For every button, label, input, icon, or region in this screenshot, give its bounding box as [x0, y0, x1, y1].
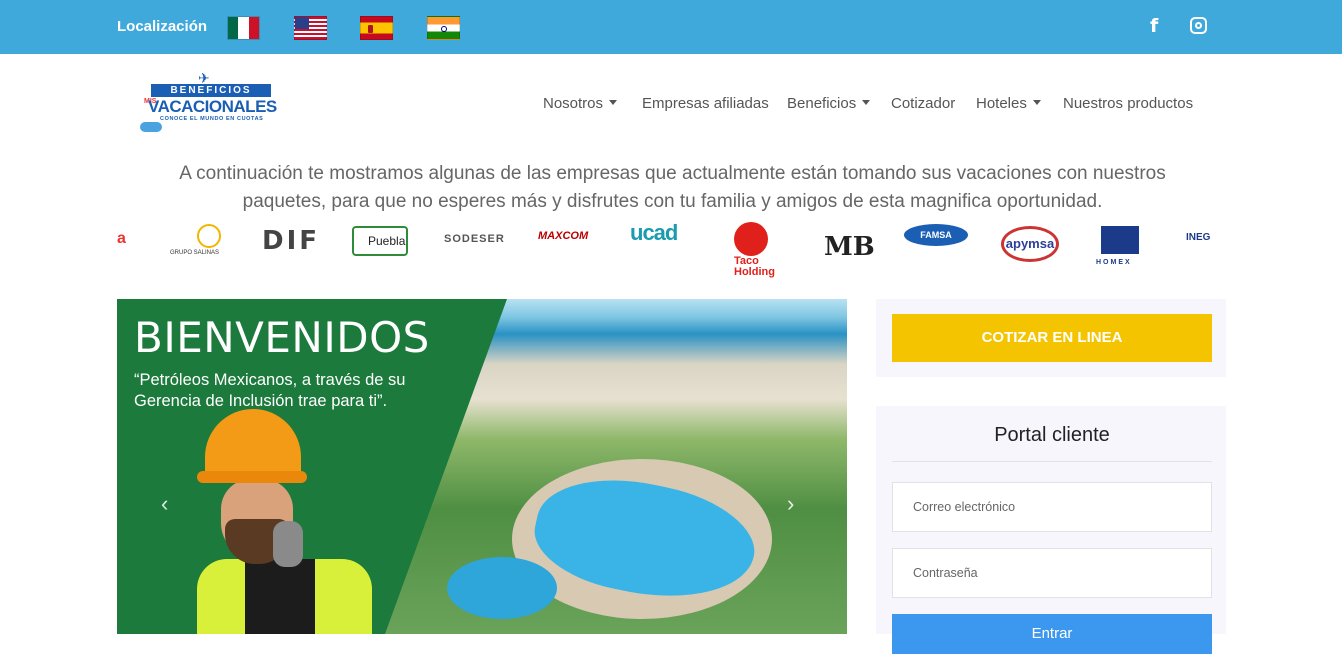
hero-quote: “Petróleos Mexicanos, a través de su Ger… — [134, 371, 406, 410]
brand-logo: Taco Holding — [734, 255, 775, 278]
nav-item-beneficios[interactable]: Beneficios — [787, 95, 871, 112]
caret-down-icon — [609, 99, 618, 105]
hard-hat-icon — [205, 409, 301, 479]
brand-logo: a — [117, 230, 126, 247]
nav-item-hoteles[interactable]: Hoteles — [976, 95, 1041, 112]
brand-logo: apymsa — [1001, 226, 1059, 262]
carousel-next-icon[interactable]: › — [787, 491, 794, 517]
brand-logo: MB — [824, 232, 875, 262]
hero-carousel[interactable]: BIENVENIDOS “Petróleos Mexicanos, a trav… — [117, 299, 847, 634]
brand-logo: SODESER — [444, 233, 505, 245]
logo-main: VACACIONALES — [148, 97, 277, 116]
brand-logo: HOMEX — [1096, 259, 1132, 266]
logo-tagline: CONOCE EL MUNDO EN CUOTAS — [160, 116, 264, 122]
nav-item-nosotros[interactable]: Nosotros — [543, 95, 618, 112]
india-flag-icon[interactable] — [427, 16, 460, 40]
caret-down-icon — [1032, 99, 1041, 105]
nav-item-nuestros-productos[interactable]: Nuestros productos — [1063, 95, 1193, 112]
caret-down-icon — [862, 99, 871, 105]
worker-glove — [273, 521, 303, 567]
resort-pool-small — [447, 557, 557, 619]
facebook-icon[interactable]: f — [1150, 15, 1170, 37]
cotizar-en-linea-button[interactable]: COTIZAR EN LINEA — [892, 314, 1212, 362]
grupo-salinas-icon — [197, 224, 221, 248]
logo-band: BENEFICIOS — [151, 84, 271, 97]
site-logo[interactable]: ✈ BENEFICIOS MIS VACACIONALES CONOCE EL … — [138, 70, 290, 134]
nav-label: Hoteles — [976, 95, 1027, 112]
usa-flag-icon[interactable] — [294, 16, 327, 40]
email-field[interactable] — [892, 482, 1212, 532]
worker-shirt — [245, 559, 315, 634]
mexico-flag-icon[interactable] — [227, 16, 260, 40]
homex-icon — [1101, 226, 1139, 254]
divider — [892, 461, 1212, 462]
brand-carousel: a GRUPO SALINAS DIF Puebla SODESER MAXCO… — [117, 220, 1227, 286]
taco-holding-icon — [734, 222, 768, 256]
worker-illustration — [197, 409, 397, 634]
brand-logo: FAMSA — [904, 224, 968, 246]
hero-title: BIENVENIDOS — [134, 313, 430, 362]
spain-flag-icon[interactable] — [360, 16, 393, 40]
instagram-icon[interactable] — [1189, 15, 1209, 37]
portal-title: Portal cliente — [994, 424, 1110, 446]
entrar-button[interactable]: Entrar — [892, 614, 1212, 654]
nav-label: Cotizador — [891, 95, 956, 112]
brand-logo: ucad — [630, 220, 678, 245]
hard-hat-brim — [197, 471, 307, 483]
logo-badge-icon — [140, 122, 162, 132]
localization-label: Localización — [117, 18, 208, 35]
nav-item-cotizador[interactable]: Cotizador — [891, 95, 955, 112]
top-bar: Localización f — [0, 0, 1342, 54]
nav-label: Beneficios — [787, 95, 857, 112]
brand-logo: MAXCOM — [538, 230, 589, 242]
nav-label: Empresas afiliadas — [642, 95, 769, 112]
nav-label: Nosotros — [543, 95, 604, 112]
brand-logo: INEG — [1186, 232, 1211, 243]
intro-text: A continuación te mostramos algunas de l… — [179, 163, 1166, 212]
brand-logo: Puebla — [352, 226, 408, 256]
nav-item-empresas-afiliadas[interactable]: Empresas afiliadas — [642, 95, 769, 112]
carousel-prev-icon[interactable]: ‹ — [161, 491, 168, 517]
brand-logo: DIF — [262, 226, 321, 256]
brand-logo: GRUPO SALINAS — [170, 250, 220, 256]
password-field[interactable] — [892, 548, 1212, 598]
nav-label: Nuestros productos — [1063, 95, 1194, 112]
